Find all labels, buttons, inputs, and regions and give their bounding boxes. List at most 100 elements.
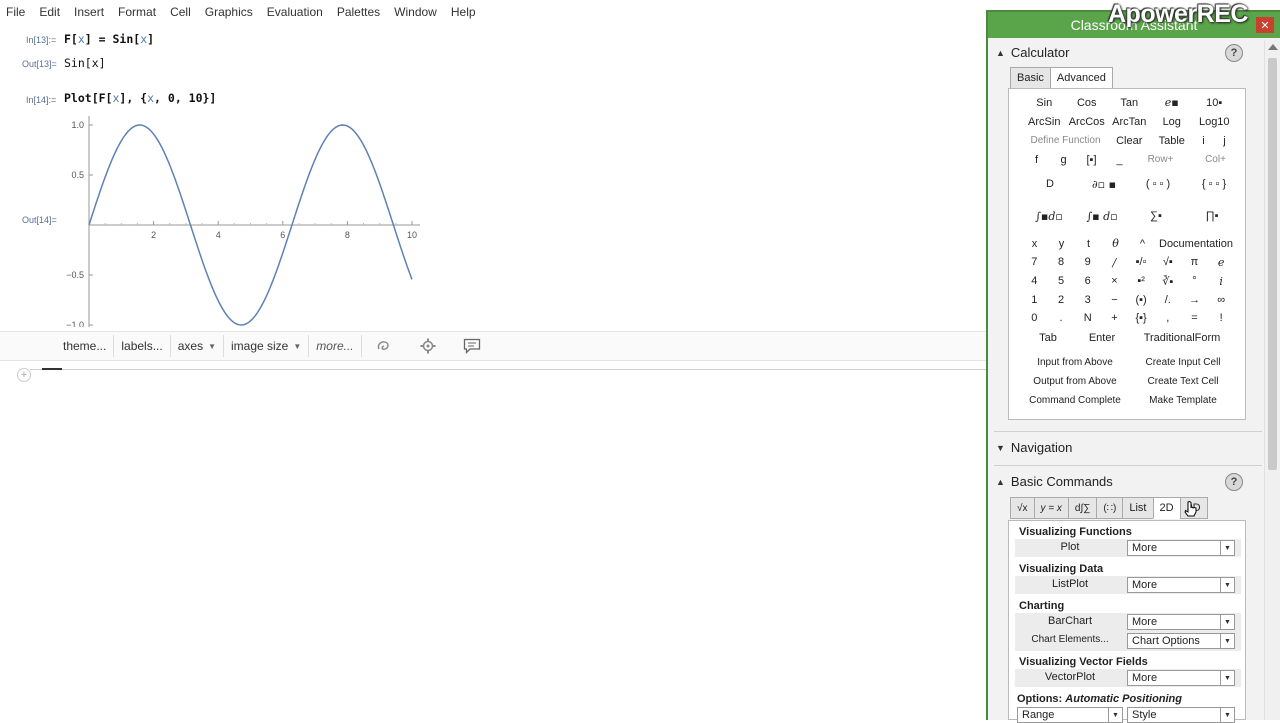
key-clear[interactable]: Clear <box>1108 131 1151 150</box>
key-plus[interactable]: + <box>1101 309 1128 328</box>
make-template-button[interactable]: Make Template <box>1129 391 1237 410</box>
key-t[interactable]: t <box>1075 234 1102 253</box>
key-tan[interactable]: Tan <box>1108 93 1151 112</box>
key-pow10[interactable]: 10▪ <box>1193 93 1236 112</box>
key-e[interactable]: e <box>1208 253 1235 272</box>
key-imaginary[interactable]: i <box>1208 272 1235 291</box>
calculator-header[interactable]: ▲ Calculator <box>996 45 1069 60</box>
plot-button[interactable]: Plot <box>1015 541 1125 553</box>
listplot-more-dropdown[interactable]: More▼ <box>1127 577 1235 593</box>
key-sqrt[interactable]: √▪ <box>1154 253 1181 272</box>
key-piecewise[interactable]: { ▫ ▫ } <box>1185 169 1243 199</box>
key-traditional-form[interactable]: TraditionalForm <box>1129 328 1235 347</box>
key-product[interactable]: ∏▪ <box>1183 199 1241 233</box>
key-braces[interactable]: {▪} <box>1128 309 1155 328</box>
key-square[interactable]: ▪² <box>1128 272 1155 291</box>
tab-radicals[interactable]: √x <box>1010 497 1035 519</box>
create-text-cell-button[interactable]: Create Text Cell <box>1129 372 1237 391</box>
key-table[interactable]: Table <box>1151 131 1194 150</box>
key-times[interactable]: × <box>1101 272 1128 291</box>
key-row-plus[interactable]: Row+ <box>1133 150 1188 169</box>
axes-button[interactable]: axes▼ <box>171 335 224 357</box>
key-f[interactable]: f <box>1023 150 1050 169</box>
barchart-more-dropdown[interactable]: More▼ <box>1127 614 1235 630</box>
key-arcsin[interactable]: ArcSin <box>1023 112 1066 131</box>
tab-2d[interactable]: 2D <box>1153 497 1181 519</box>
key-divide[interactable]: / <box>1101 253 1128 272</box>
key-cos[interactable]: Cos <box>1066 93 1109 112</box>
key-6[interactable]: 6 <box>1074 272 1101 291</box>
chart-options-dropdown[interactable]: Chart Options▼ <box>1127 633 1235 649</box>
image-size-button[interactable]: image size▼ <box>224 335 309 357</box>
tab-basic[interactable]: Basic <box>1010 67 1051 89</box>
key-integral[interactable]: ∫▪d▫ <box>1023 199 1075 233</box>
vectorplot-more-dropdown[interactable]: More▼ <box>1127 670 1235 686</box>
more-button[interactable]: more... <box>309 335 361 357</box>
key-sum[interactable]: ∑▪ <box>1129 199 1183 233</box>
input-from-above-button[interactable]: Input from Above <box>1021 353 1129 372</box>
key-4[interactable]: 4 <box>1021 272 1048 291</box>
key-infinity[interactable]: ∞ <box>1208 290 1235 309</box>
key-comma[interactable]: , <box>1154 309 1181 328</box>
key-col-plus[interactable]: Col+ <box>1188 150 1243 169</box>
scrollbar-thumb[interactable] <box>1268 58 1277 470</box>
key-partial[interactable]: ∂▫ ▪ <box>1077 169 1131 199</box>
spiral-icon[interactable] <box>362 335 406 357</box>
close-button[interactable]: ✕ <box>1256 17 1274 33</box>
basic-commands-header[interactable]: ▲ Basic Commands <box>996 474 1113 489</box>
key-brackets[interactable]: [▪] <box>1077 150 1106 169</box>
key-caret[interactable]: ^ <box>1129 234 1156 253</box>
vectorplot-button[interactable]: VectorPlot <box>1015 671 1125 683</box>
chart-elements-button[interactable]: Chart Elements... <box>1015 634 1125 645</box>
key-blank[interactable]: _ <box>1106 150 1133 169</box>
in14-code[interactable]: Plot[F[x], {x, 0, 10}] <box>64 91 216 105</box>
key-replace-all[interactable]: /. <box>1154 290 1181 309</box>
key-sin[interactable]: Sin <box>1023 93 1066 112</box>
tab-matrices[interactable]: (∷) <box>1096 497 1123 519</box>
cell-insertion-line[interactable] <box>30 369 986 370</box>
key-parens[interactable]: (▪) <box>1128 290 1155 309</box>
key-definite-integral[interactable]: ∫▪ d▫ <box>1075 199 1129 233</box>
menu-insert[interactable]: Insert <box>74 5 104 19</box>
tab-equations[interactable]: y = x <box>1034 497 1069 519</box>
key-define-function[interactable]: Define Function <box>1023 131 1108 150</box>
key-matrix[interactable]: ( ▫ ▫ ) <box>1131 169 1185 199</box>
key-x[interactable]: x <box>1021 234 1048 253</box>
create-input-cell-button[interactable]: Create Input Cell <box>1129 353 1237 372</box>
key-2[interactable]: 2 <box>1048 290 1075 309</box>
key-g[interactable]: g <box>1050 150 1077 169</box>
menu-help[interactable]: Help <box>451 5 476 19</box>
sine-plot[interactable]: 2468101.00.5−0.5−1.0 <box>62 112 432 327</box>
menu-format[interactable]: Format <box>118 5 156 19</box>
range-dropdown[interactable]: Range▼ <box>1017 707 1123 723</box>
key-arccos[interactable]: ArcCos <box>1066 112 1109 131</box>
theme-button[interactable]: theme... <box>56 335 114 357</box>
key-log[interactable]: Log <box>1151 112 1194 131</box>
menu-graphics[interactable]: Graphics <box>205 5 253 19</box>
key-theta[interactable]: θ <box>1102 234 1129 253</box>
tab-list[interactable]: List <box>1122 497 1153 519</box>
listplot-button[interactable]: ListPlot <box>1015 578 1125 590</box>
add-cell-icon[interactable]: + <box>17 368 31 382</box>
key-0[interactable]: 0 <box>1021 309 1048 328</box>
style-dropdown[interactable]: Style▼ <box>1127 707 1235 723</box>
plot-more-dropdown[interactable]: More▼ <box>1127 540 1235 556</box>
comment-icon[interactable] <box>450 335 494 357</box>
key-enter[interactable]: Enter <box>1075 328 1129 347</box>
key-5[interactable]: 5 <box>1048 272 1075 291</box>
key-arctan[interactable]: ArcTan <box>1108 112 1151 131</box>
key-documentation[interactable]: Documentation <box>1156 234 1236 253</box>
menu-palettes[interactable]: Palettes <box>337 5 380 19</box>
key-1[interactable]: 1 <box>1021 290 1048 309</box>
labels-button[interactable]: labels... <box>114 335 170 357</box>
key-log10[interactable]: Log10 <box>1193 112 1236 131</box>
tab-advanced[interactable]: Advanced <box>1050 67 1113 89</box>
key-equals[interactable]: = <box>1181 309 1208 328</box>
menu-evaluation[interactable]: Evaluation <box>267 5 323 19</box>
menu-window[interactable]: Window <box>394 5 437 19</box>
key-exp[interactable]: e▪ <box>1151 93 1194 112</box>
barchart-button[interactable]: BarChart <box>1015 615 1125 627</box>
scroll-up-icon[interactable] <box>1268 44 1278 50</box>
menu-file[interactable]: File <box>6 5 25 19</box>
key-cuberoot[interactable]: ∛▪ <box>1154 272 1181 291</box>
